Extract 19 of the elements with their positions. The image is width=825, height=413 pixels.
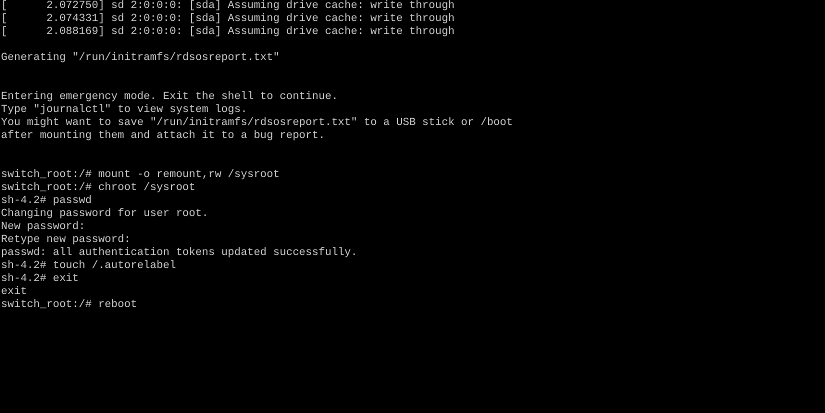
console-line: sh-4.2# passwd [1, 195, 92, 208]
console-line: switch_root:/# chroot /sysroot [1, 182, 196, 195]
console-line: Retype new password: [1, 234, 131, 247]
console-line: Changing password for user root. [1, 208, 208, 221]
console-line: [ 2.088169] sd 2:0:0:0: [sda] Assuming drive cache: write through [1, 26, 455, 39]
console-line: after mounting them and attach it to a bug report. [1, 130, 325, 143]
console-line: passwd: all authentication tokens updated successfully. [1, 247, 358, 260]
console-line: Generating "/run/initramfs/rdsosreport.txt" [1, 52, 280, 65]
console-line: [ 2.074331] sd 2:0:0:0: [sda] Assuming drive cache: write through [1, 13, 455, 26]
console-line: sh-4.2# touch /.autorelabel [1, 260, 176, 273]
console-line: Entering emergency mode. Exit the shell to continue. [1, 91, 338, 104]
console-line: Type "journalctl" to view system logs. [1, 104, 248, 117]
console-line: sh-4.2# exit [1, 273, 79, 286]
console-line: New password: [1, 221, 86, 234]
console-line: [ 2.072750] sd 2:0:0:0: [sda] Assuming drive cache: write through [1, 0, 455, 13]
console-line: switch_root:/# reboot [1, 299, 138, 312]
console-line: You might want to save "/run/initramfs/rdsosreport.txt" to a USB stick or /boot [1, 117, 513, 130]
console-line: exit [1, 286, 27, 299]
console-line: switch_root:/# mount -o remount,rw /sysroot [1, 169, 280, 182]
